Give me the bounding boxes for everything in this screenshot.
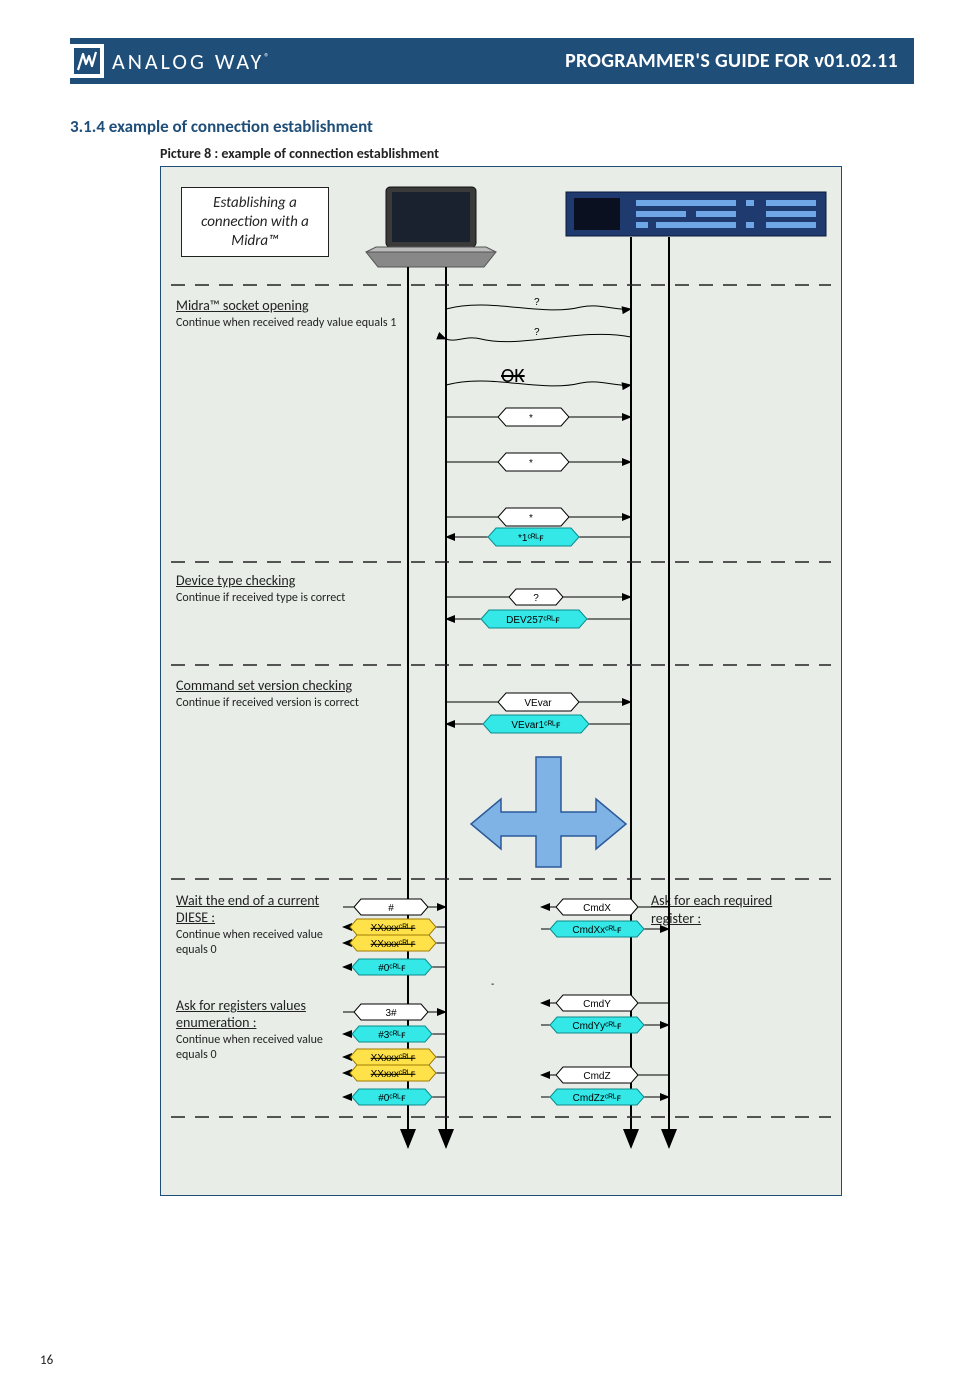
svg-text:XXxxxᶜᴿᴸꜰ: XXxxxᶜᴿᴸꜰ — [371, 1053, 416, 1064]
svg-text:#: # — [388, 903, 394, 914]
svg-text:*1ᶜᴿᴸꜰ: *1ᶜᴿᴸꜰ — [518, 533, 544, 544]
logo: ANALOG WAY® — [70, 38, 269, 84]
brand-text: ANALOG WAY® — [112, 48, 269, 75]
svg-text:CmdX: CmdX — [583, 903, 611, 914]
svg-text:*: * — [529, 413, 533, 424]
svg-text:#3ᶜᴿᴸꜰ: #3ᶜᴿᴸꜰ — [378, 1030, 406, 1041]
diagram-svg: ? ? OK * * * *1ᶜᴿᴸꜰ ? DEV257ᶜᴿᴸꜰ VEvar V… — [161, 167, 841, 1195]
figure-caption: Picture 8 : example of connection establ… — [160, 145, 914, 162]
svg-text:*: * — [529, 458, 533, 469]
svg-text:?: ? — [534, 297, 540, 308]
svg-text:CmdXxᶜᴿᴸꜰ: CmdXxᶜᴿᴸꜰ — [572, 925, 621, 936]
svg-text:XXxxxᶜᴿᴸꜰ: XXxxxᶜᴿᴸꜰ — [371, 939, 416, 950]
svg-text:?: ? — [534, 327, 540, 338]
svg-text:DEV257ᶜᴿᴸꜰ: DEV257ᶜᴿᴸꜰ — [506, 615, 560, 626]
svg-text:3#: 3# — [385, 1008, 397, 1019]
logo-icon — [70, 44, 104, 78]
svg-text:-: - — [491, 979, 494, 990]
svg-text:CmdZzᶜᴿᴸꜰ: CmdZzᶜᴿᴸꜰ — [573, 1093, 622, 1104]
svg-text:CmdYyᶜᴿᴸꜰ: CmdYyᶜᴿᴸꜰ — [572, 1021, 621, 1032]
svg-text:XXxxxᶜᴿᴸꜰ: XXxxxᶜᴿᴸꜰ — [371, 1069, 416, 1080]
svg-text:#0ᶜᴿᴸꜰ: #0ᶜᴿᴸꜰ — [378, 1093, 406, 1104]
document-title: PROGRAMMER'S GUIDE FOR v01.02.11 — [565, 49, 898, 73]
section-heading: 3.1.4 example of connection establishmen… — [70, 116, 914, 137]
svg-text:VEvar1ᶜᴿᴸꜰ: VEvar1ᶜᴿᴸꜰ — [511, 720, 560, 731]
page-number: 16 — [40, 1353, 53, 1368]
svg-text:*: * — [529, 513, 533, 524]
svg-text:CmdY: CmdY — [583, 999, 611, 1010]
svg-text:#0ᶜᴿᴸꜰ: #0ᶜᴿᴸꜰ — [378, 963, 406, 974]
header-bar: ANALOG WAY® PROGRAMMER'S GUIDE FOR v01.0… — [70, 38, 914, 84]
svg-text:?: ? — [533, 593, 539, 604]
svg-text:VEvar: VEvar — [524, 698, 552, 709]
svg-text:OK: OK — [501, 364, 525, 388]
svg-text:XXxxxᶜᴿᴸꜰ: XXxxxᶜᴿᴸꜰ — [371, 923, 416, 934]
svg-text:CmdZ: CmdZ — [583, 1071, 610, 1082]
sequence-diagram: Establishing a connection with a Midra™ … — [160, 166, 842, 1196]
